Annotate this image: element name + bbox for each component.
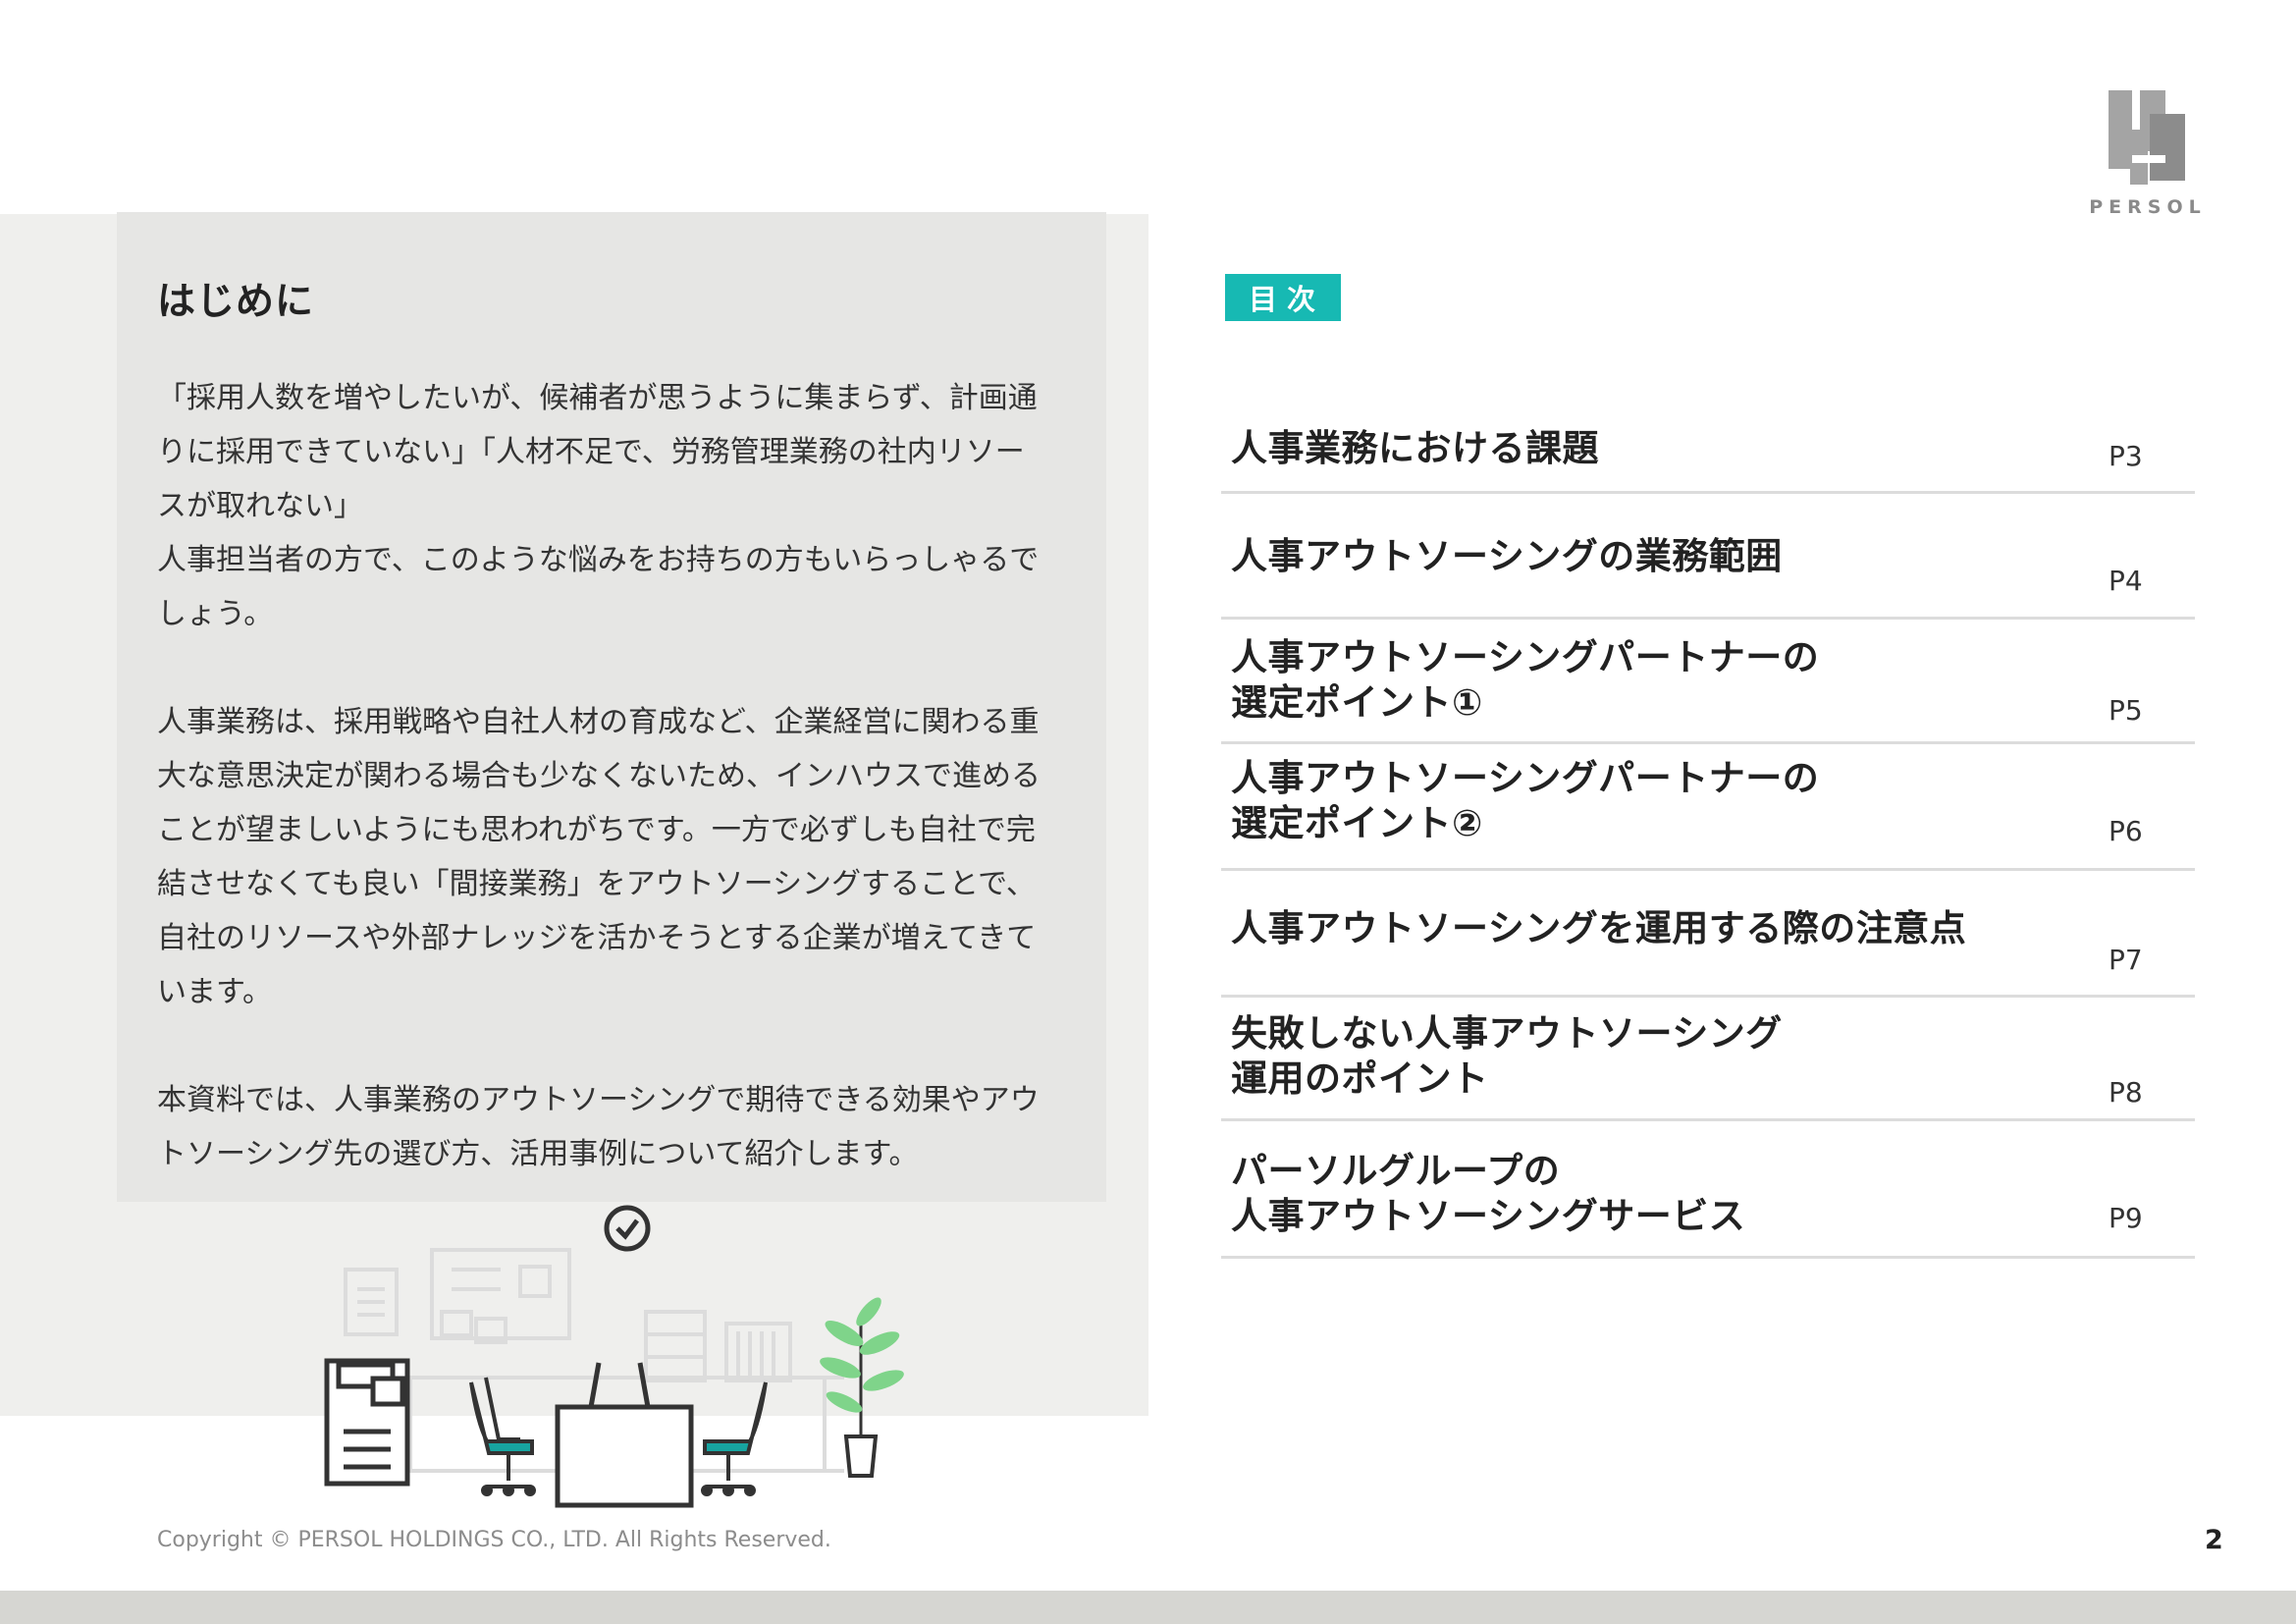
toc-item-page: P4 — [2109, 565, 2143, 597]
toc-item-page: P9 — [2109, 1202, 2143, 1234]
toc-item[interactable]: パーソルグループの 人事アウトソーシングサービス P9 — [1221, 1121, 2195, 1259]
toc-item-title: 人事アウトソーシングパートナーの 選定ポイント① — [1231, 636, 1820, 724]
toc-item[interactable]: 人事アウトソーシングの業務範囲 P4 — [1221, 494, 2195, 620]
toc-item-title: 人事アウトソーシングを運用する際の注意点 — [1231, 907, 1967, 949]
desk-icon — [555, 1362, 694, 1508]
toc-item[interactable]: 人事アウトソーシングを運用する際の注意点 P7 — [1221, 871, 2195, 998]
toc-item-title: 人事業務における課題 — [1231, 427, 1599, 469]
toc-item-page: P7 — [2109, 944, 2143, 976]
intro-paragraph: 人事業務は、採用戦略や自社人材の育成など、企業経営に関わる重 大な意思決定が関わ… — [157, 705, 1041, 1009]
cabinet-icon — [644, 1310, 707, 1382]
toc-item-page: P6 — [2109, 815, 2143, 847]
bottom-bar — [0, 1591, 2296, 1624]
toc-item-title: パーソルグループの 人事アウトソーシングサービス — [1231, 1150, 1746, 1237]
copier-icon — [324, 1358, 410, 1487]
toc-item-page: P3 — [2109, 440, 2143, 472]
office-chair-icon — [469, 1377, 536, 1496]
page-number: 2 — [2205, 1525, 2223, 1555]
bookshelf-icon — [724, 1322, 792, 1382]
toc-item-title: 失敗しない人事アウトソーシング 運用のポイント — [1231, 1012, 1783, 1100]
office-chair-icon — [701, 1381, 768, 1496]
toc-item-title: 人事アウトソーシングパートナーの 選定ポイント② — [1231, 757, 1820, 844]
toc-item-page: P8 — [2109, 1076, 2143, 1109]
clock-icon — [604, 1205, 651, 1252]
document-icon — [344, 1268, 399, 1336]
whiteboard-icon — [430, 1248, 571, 1344]
intro-title: はじめに — [157, 280, 315, 324]
intro-paragraph: 本資料では、人事業務のアウトソーシングで期待できる効果やアウ トソーシング先の選… — [157, 1083, 1040, 1171]
toc-item-title: 人事アウトソーシングの業務範囲 — [1231, 535, 1783, 577]
toc-item[interactable]: 人事業務における課題 P3 — [1221, 412, 2195, 494]
toc-item[interactable]: 失敗しない人事アウトソーシング 運用のポイント P8 — [1221, 998, 2195, 1121]
intro-body: 「採用人数を増やしたいが、候補者が思うように集まらず、計画通 りに採用できていな… — [157, 371, 1070, 1181]
copyright-text: Copyright © PERSOL HOLDINGS CO., LTD. Al… — [157, 1528, 831, 1552]
logo-text: PERSOL — [2089, 196, 2207, 218]
intro-paragraph: 「採用人数を増やしたいが、候補者が思うように集まらず、計画通 りに採用できていな… — [157, 381, 1040, 631]
toc-item[interactable]: 人事アウトソーシングパートナーの 選定ポイント② P6 — [1221, 744, 2195, 871]
office-illustration — [324, 1205, 904, 1508]
toc-item-page: P5 — [2109, 694, 2143, 727]
plant-icon — [820, 1297, 904, 1478]
toc-badge: 目次 — [1225, 274, 1341, 321]
toc-item[interactable]: 人事アウトソーシングパートナーの 選定ポイント① P5 — [1221, 620, 2195, 744]
